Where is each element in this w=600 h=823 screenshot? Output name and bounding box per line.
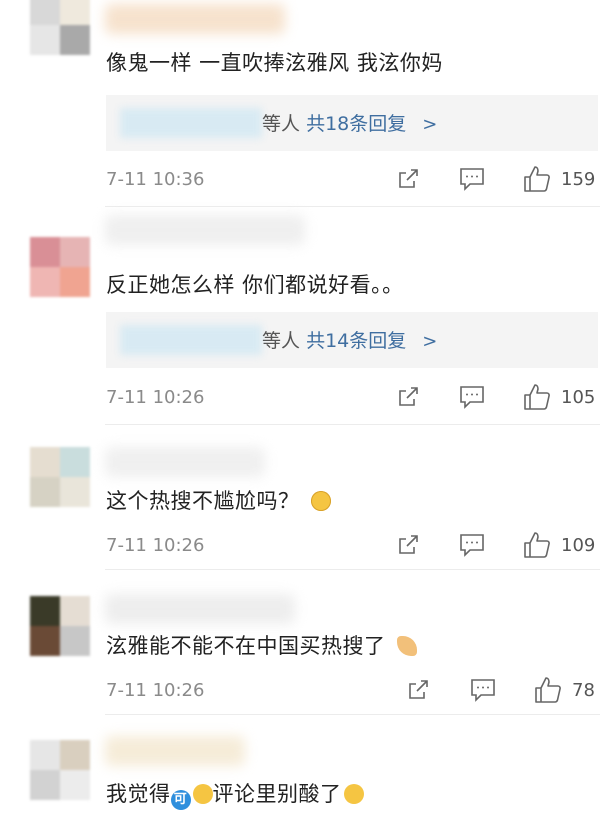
thumbs-up-icon[interactable]: [523, 531, 551, 559]
reply-summary[interactable]: 等人 共14条回复 >: [106, 312, 598, 368]
comment-text: 我觉得可 评论里别酸了: [106, 778, 364, 810]
reply-usernames-blurred: [120, 108, 262, 138]
reply-count-link[interactable]: 共18条回复: [306, 113, 406, 135]
reply-summary[interactable]: 等人 共18条回复 >: [106, 95, 598, 151]
comment-text-part: 评论里别酸了: [212, 782, 342, 806]
comment-timestamp: 7-11 10:26: [106, 387, 205, 408]
chevron-right-icon: >: [422, 114, 438, 135]
comment-item: 泫雅能不能不在中国买热搜了 7-11 10:26 78: [0, 572, 600, 715]
comment-item: 这个热搜不尴尬吗？ 7-11 10:26 109: [0, 425, 600, 570]
reply-prefix: 等人: [262, 113, 301, 135]
comment-text: 这个热搜不尴尬吗？: [106, 485, 331, 515]
reply-prefix: 等人: [262, 330, 301, 352]
like-count: 109: [561, 535, 596, 556]
like-count: 78: [572, 680, 595, 701]
avatar[interactable]: [30, 447, 90, 507]
comment-icon[interactable]: [459, 533, 485, 557]
reply-count-link[interactable]: 共14条回复: [306, 330, 406, 352]
comment-item: 反正她怎么样 你们都说好看。。 等人 共14条回复 > 7-11 10:26 1…: [0, 207, 600, 425]
comment-icon[interactable]: [459, 385, 485, 409]
avatar[interactable]: [30, 0, 90, 55]
comment-text: 反正她怎么样 你们都说好看。。: [106, 273, 404, 297]
comment-text-body: 泫雅能不能不在中国买热搜了: [106, 634, 386, 658]
comment-timestamp: 7-11 10:26: [106, 680, 205, 701]
forward-icon[interactable]: [396, 385, 420, 409]
chevron-right-icon: >: [422, 331, 438, 352]
avatar[interactable]: [30, 740, 90, 800]
thumbs-up-icon[interactable]: [523, 383, 551, 411]
avatar[interactable]: [30, 596, 90, 656]
username-blurred[interactable]: [105, 4, 285, 34]
comment-item: 像鬼一样 一直吹捧泫雅风 我泫你妈 等人 共18条回复 > 7-11 10:36…: [0, 0, 600, 207]
forward-icon[interactable]: [396, 167, 420, 191]
comment-text: 像鬼一样 一直吹捧泫雅风 我泫你妈: [106, 51, 443, 75]
grin-emoji-icon: [192, 784, 213, 804]
reply-summary-text: 等人 共14条回复 >: [262, 326, 437, 353]
like-count: 105: [561, 387, 596, 408]
comment-timestamp: 7-11 10:36: [106, 169, 205, 190]
reply-summary-text: 等人 共18条回复 >: [262, 109, 437, 136]
comment-timestamp: 7-11 10:26: [106, 535, 205, 556]
divider: [105, 569, 600, 570]
comment-icon[interactable]: [459, 167, 485, 191]
ke-badge-icon: 可: [170, 790, 191, 810]
username-blurred[interactable]: [105, 447, 265, 477]
comment-feed: 像鬼一样 一直吹捧泫雅风 我泫你妈 等人 共18条回复 > 7-11 10:36…: [0, 0, 600, 823]
username-blurred[interactable]: [105, 594, 295, 624]
thumbs-up-icon[interactable]: [523, 165, 551, 193]
divider: [105, 714, 600, 715]
thinking-emoji-icon: [310, 491, 331, 511]
comment-item: 我觉得可 评论里别酸了: [0, 716, 600, 823]
comment-text-part: 我觉得: [106, 782, 171, 806]
username-blurred[interactable]: [105, 736, 245, 766]
grin-emoji-icon: [343, 784, 364, 804]
comment-text-body: 这个热搜不尴尬吗？: [106, 489, 300, 513]
reply-usernames-blurred: [120, 325, 262, 355]
forward-icon[interactable]: [396, 533, 420, 557]
like-count: 159: [561, 169, 596, 190]
thumbs-up-icon[interactable]: [534, 676, 562, 704]
comment-icon[interactable]: [470, 678, 496, 702]
comment-text: 泫雅能不能不在中国买热搜了: [106, 630, 417, 660]
forward-icon[interactable]: [406, 678, 430, 702]
avatar[interactable]: [30, 237, 90, 297]
username-blurred[interactable]: [105, 215, 305, 245]
hand-emoji-icon: [396, 636, 417, 656]
